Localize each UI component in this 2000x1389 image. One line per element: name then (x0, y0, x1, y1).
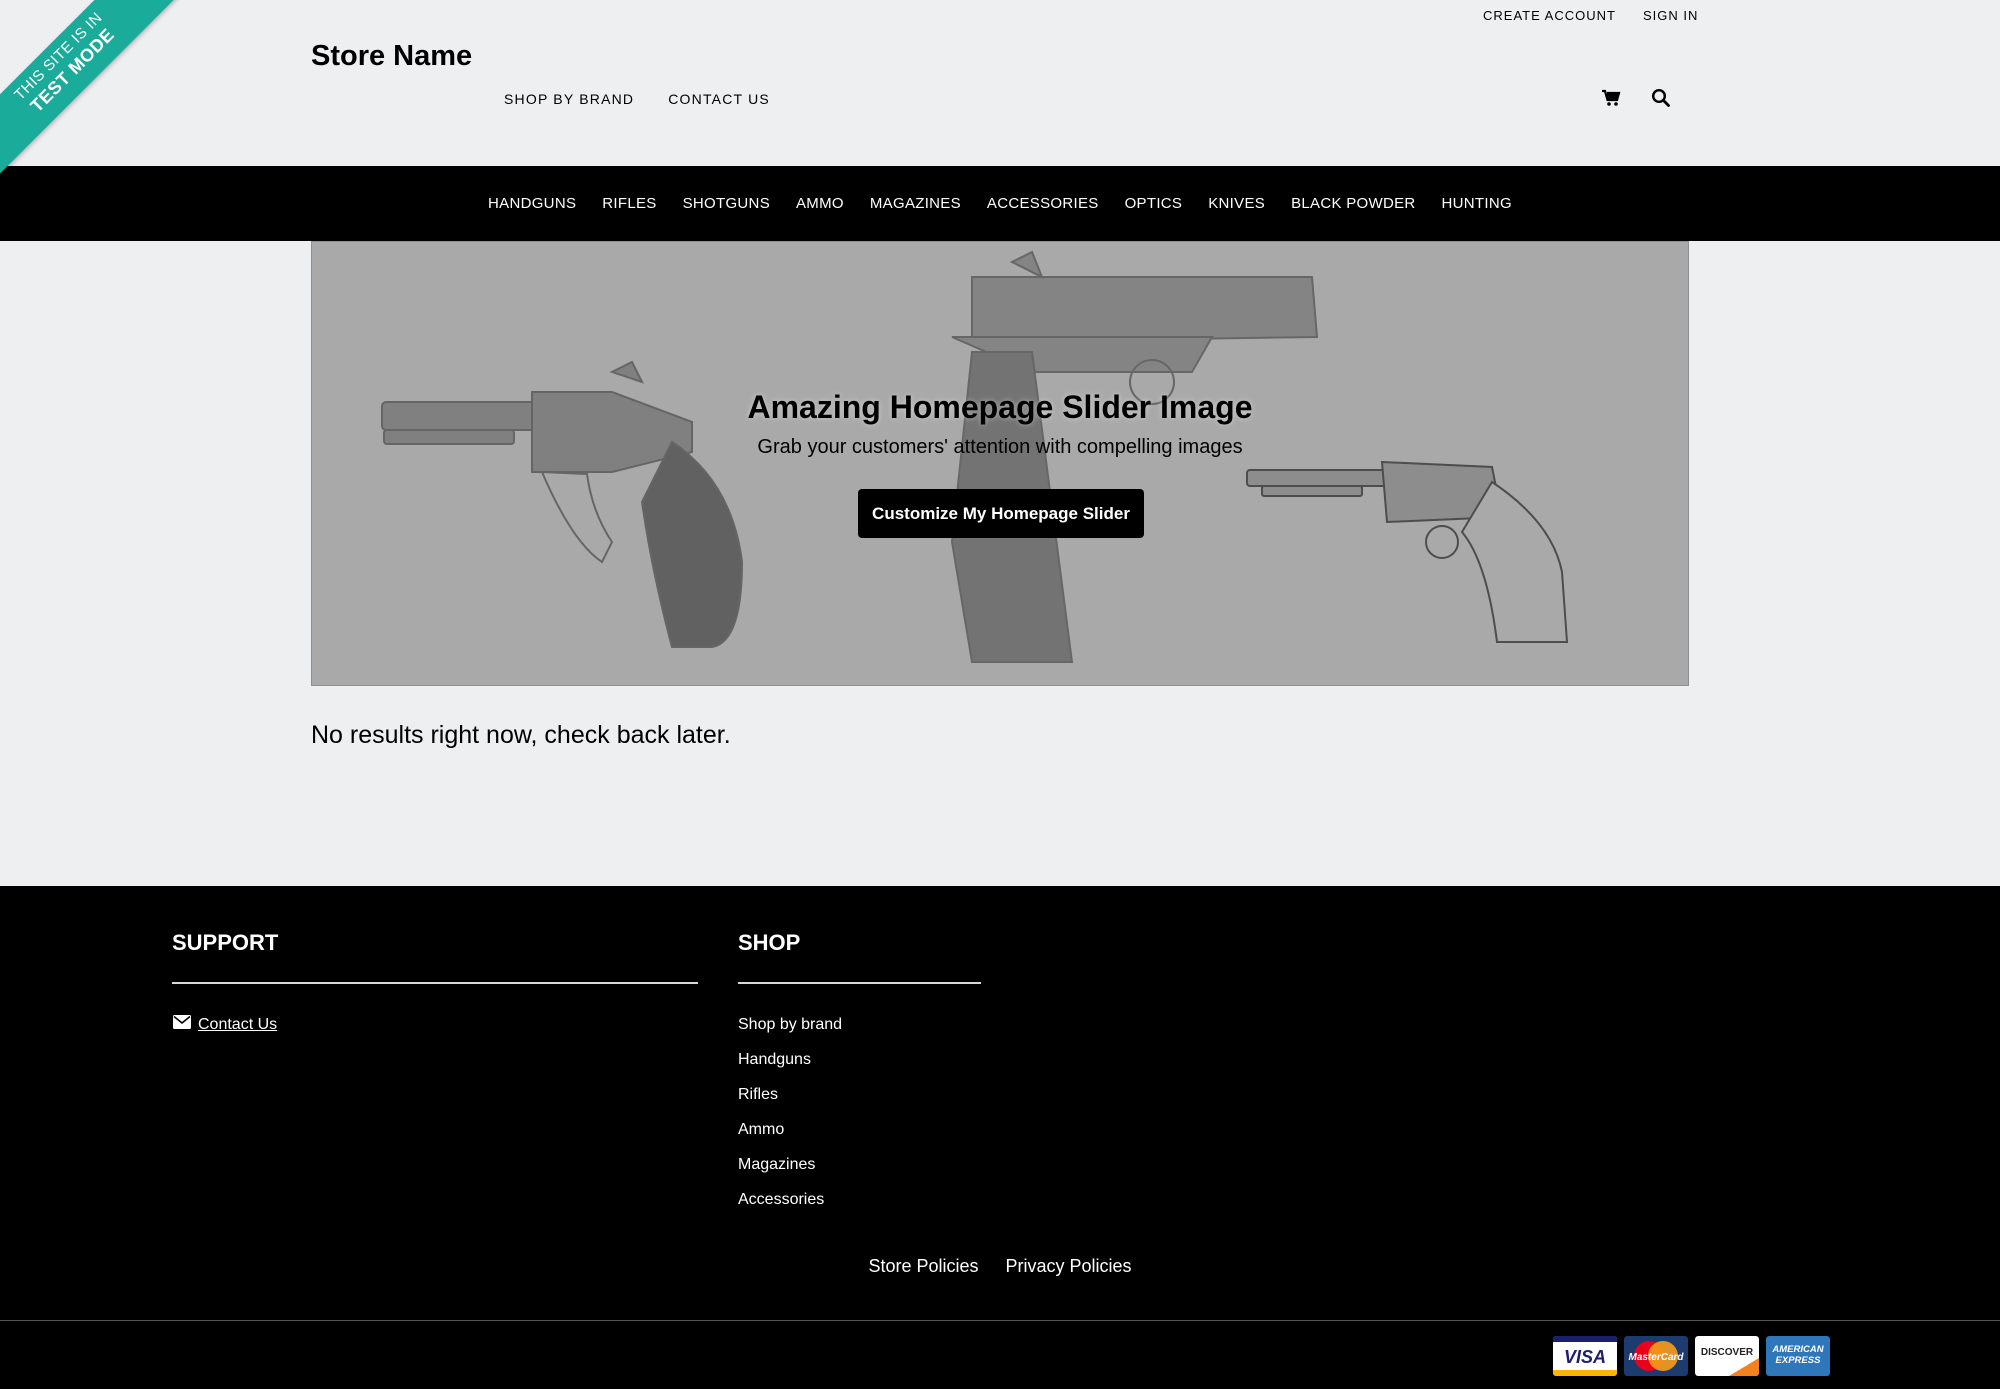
footer-contact-link[interactable]: Contact Us (173, 1015, 277, 1034)
privacy-policies-link[interactable]: Privacy Policies (1006, 1256, 1132, 1277)
store-name-logo[interactable]: Store Name (311, 40, 472, 73)
no-results-message: No results right now, check back later. (311, 721, 731, 749)
cart-icon[interactable] (1601, 88, 1621, 108)
nav-contact-us[interactable]: CONTACT US (668, 91, 770, 107)
payment-cards: VISA MasterCard DISCOVER AMERICAN EXPRES… (1553, 1336, 1830, 1376)
slider-title: Amazing Homepage Slider Image (747, 389, 1253, 425)
mastercard-card-icon: MasterCard (1624, 1336, 1688, 1376)
footer-link-rifles[interactable]: Rifles (738, 1085, 842, 1120)
site-footer: SUPPORT Contact Us SHOP Shop by brand Ha… (0, 886, 2000, 1389)
sign-in-link[interactable]: SIGN IN (1643, 8, 1698, 23)
nav-shotguns[interactable]: SHOTGUNS (683, 195, 770, 212)
footer-link-ammo[interactable]: Ammo (738, 1120, 842, 1155)
create-account-link[interactable]: CREATE ACCOUNT (1483, 8, 1616, 23)
store-policies-link[interactable]: Store Policies (868, 1256, 978, 1277)
nav-rifles[interactable]: RIFLES (602, 195, 656, 212)
nav-magazines[interactable]: MAGAZINES (870, 195, 961, 212)
nav-hunting[interactable]: HUNTING (1442, 195, 1512, 212)
footer-contact-label: Contact Us (198, 1015, 278, 1033)
sub-nav: SHOP BY BRAND CONTACT US (504, 91, 770, 107)
policy-links: Store Policies Privacy Policies (0, 1256, 2000, 1277)
footer-link-accessories[interactable]: Accessories (738, 1190, 842, 1225)
slider-gun-illustration (381, 250, 1569, 663)
nav-shop-by-brand[interactable]: SHOP BY BRAND (504, 91, 634, 107)
footer-bottom-bar: VISA MasterCard DISCOVER AMERICAN EXPRES… (0, 1320, 2000, 1389)
visa-card-label: VISA (1564, 1347, 1606, 1367)
footer-shop-heading: SHOP (738, 930, 801, 955)
site-header: Store Name SHOP BY BRAND CONTACT US CREA… (0, 0, 2000, 166)
footer-support-heading: SUPPORT (172, 930, 279, 955)
footer-link-shop-by-brand[interactable]: Shop by brand (738, 1015, 842, 1050)
footer-link-handguns[interactable]: Handguns (738, 1050, 842, 1085)
nav-ammo[interactable]: AMMO (796, 195, 844, 212)
nav-handguns[interactable]: HANDGUNS (488, 195, 576, 212)
customize-slider-button[interactable]: Customize My Homepage Slider (858, 489, 1144, 538)
amex-card-label: AMERICAN EXPRESS (1772, 1344, 1824, 1366)
nav-knives[interactable]: KNIVES (1208, 195, 1265, 212)
footer-shop-links: Shop by brand Handguns Rifles Ammo Magaz… (738, 1015, 842, 1225)
amex-card-icon: AMERICAN EXPRESS (1766, 1336, 1830, 1376)
main-category-nav: HANDGUNS RIFLES SHOTGUNS AMMO MAGAZINES … (0, 166, 2000, 241)
homepage-slider[interactable]: Amazing Homepage Slider Image Grab your … (311, 241, 1689, 686)
header-icons (1601, 88, 1671, 108)
footer-divider (172, 982, 698, 984)
nav-black-powder[interactable]: BLACK POWDER (1291, 195, 1415, 212)
test-mode-ribbon: THIS SITE IS IN TEST MODE (0, 0, 180, 180)
footer-divider (738, 982, 981, 984)
footer-link-magazines[interactable]: Magazines (738, 1155, 842, 1190)
account-nav: CREATE ACCOUNT SIGN IN (1483, 8, 1698, 23)
nav-accessories[interactable]: ACCESSORIES (987, 195, 1099, 212)
envelope-icon (173, 1015, 191, 1034)
mastercard-card-label: MasterCard (1628, 1352, 1684, 1363)
discover-card-icon: DISCOVER (1695, 1336, 1759, 1376)
visa-card-icon: VISA (1553, 1336, 1617, 1376)
search-icon[interactable] (1651, 88, 1671, 108)
slider-subtitle: Grab your customers' attention with comp… (757, 436, 1243, 458)
nav-optics[interactable]: OPTICS (1125, 195, 1183, 212)
discover-card-label: DISCOVER (1701, 1347, 1754, 1358)
